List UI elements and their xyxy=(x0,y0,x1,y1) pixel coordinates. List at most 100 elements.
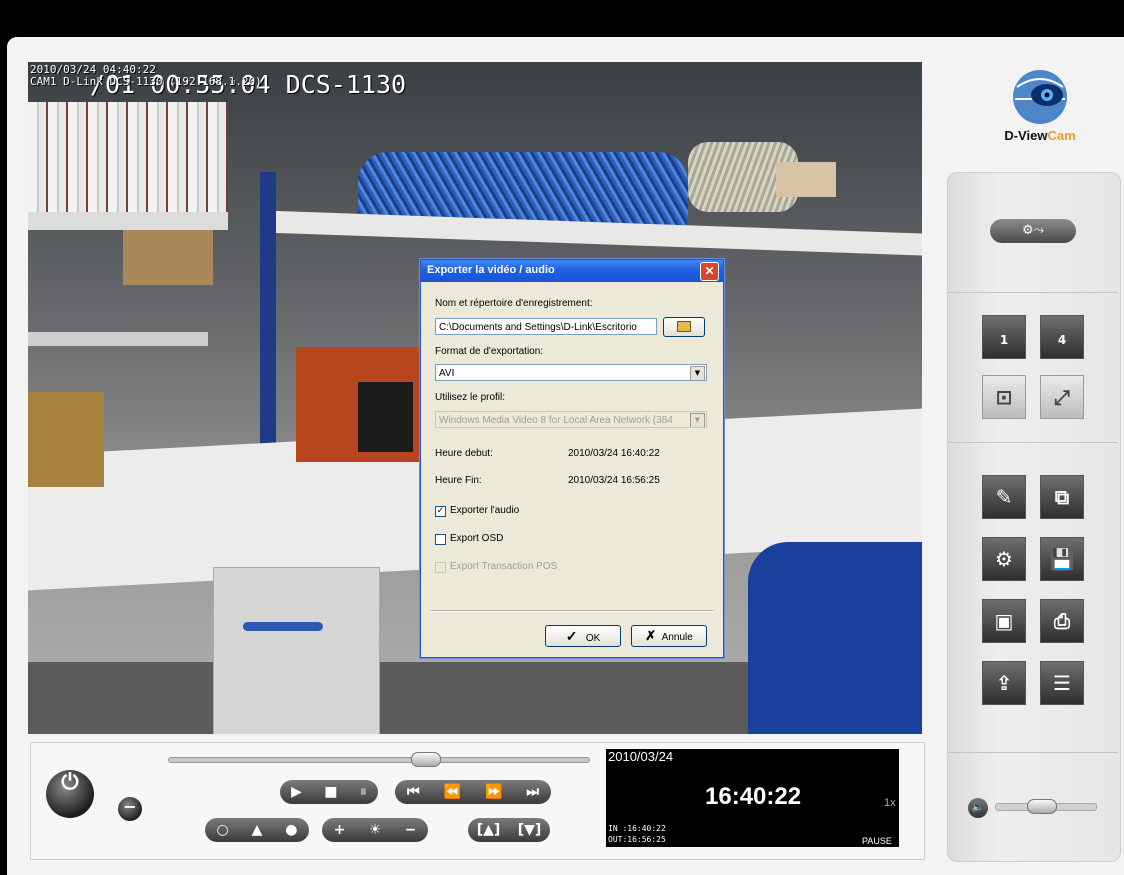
end-time-label: Heure Fin: xyxy=(435,475,482,486)
time-display-clock: 16:40:22 xyxy=(705,783,802,810)
control-panel xyxy=(947,172,1121,862)
fast-forward-icon[interactable]: ⏩ xyxy=(485,784,502,800)
backup-icon: ⇪ xyxy=(995,671,1013,695)
timeline-slider[interactable] xyxy=(168,757,590,763)
brightness-icon[interactable]: ☀ xyxy=(369,822,382,838)
export-screen-button[interactable]: ⧉ xyxy=(1040,475,1084,519)
ok-label: OK xyxy=(585,633,601,644)
scene-chair xyxy=(748,542,922,734)
scene-crate xyxy=(28,392,104,487)
brand-name: D-ViewCam xyxy=(985,128,1095,143)
dialog-separator xyxy=(431,610,713,612)
mark-out-icon[interactable]: [▼] xyxy=(518,822,542,838)
print-button[interactable]: ⎙ xyxy=(1040,599,1084,643)
fullscreen-button[interactable]: ⤢ xyxy=(1040,375,1084,419)
minus-icon[interactable]: − xyxy=(405,822,417,838)
export-osd-label: Export OSD xyxy=(450,533,504,544)
power-icon: ⏻ xyxy=(61,770,79,795)
folder-icon xyxy=(677,320,691,332)
browse-folder-button[interactable] xyxy=(663,317,705,337)
zoom-controls: + ☀ − xyxy=(322,818,428,842)
scene-cabinet xyxy=(213,567,380,734)
circle-icon[interactable]: ○ xyxy=(216,822,228,838)
layout-quad-button[interactable]: 4 xyxy=(1040,315,1084,359)
mark-in-icon[interactable]: [▲] xyxy=(477,822,501,838)
in-time: IN :16:40:22 xyxy=(608,824,666,833)
profile-value: Windows Media Video 8 for Local Area Net… xyxy=(439,415,673,426)
volume-slider-handle[interactable] xyxy=(1027,799,1058,814)
snapshot-button[interactable]: ▣ xyxy=(982,599,1026,643)
scene-shelf xyxy=(28,212,228,230)
triangle-icon[interactable]: ▲ xyxy=(252,822,263,838)
rewind-icon[interactable]: ⏪ xyxy=(444,784,461,800)
plus-icon[interactable]: + xyxy=(334,822,346,838)
ok-button[interactable]: ✓ OK xyxy=(545,625,621,647)
scene-shelf xyxy=(28,332,208,346)
collapse-button[interactable]: − xyxy=(118,797,142,821)
zoom-in-button[interactable]: ⊡ xyxy=(982,375,1026,419)
export-dialog: Exporter la vidéo / audio ✕ Nom et réper… xyxy=(420,259,724,658)
mark-controls: [▲] [▼] xyxy=(468,818,550,842)
camera-reel-icon: ⚙⤳ xyxy=(1021,223,1045,238)
first-frame-icon[interactable]: ⏮ xyxy=(407,784,420,800)
camera-switch-button[interactable]: ⚙⤳ xyxy=(990,219,1076,243)
export-audio-checkbox[interactable]: ✓ xyxy=(435,506,446,517)
zoom-center-icon: ⊡ xyxy=(995,385,1013,409)
chevron-down-icon[interactable]: ▼ xyxy=(690,366,705,380)
record-icon[interactable]: ● xyxy=(285,822,297,838)
event-list-button[interactable]: ☰ xyxy=(1040,661,1084,705)
playback-speed: 1x xyxy=(884,797,896,809)
export-osd-checkbox[interactable] xyxy=(435,534,446,545)
play-icon[interactable]: ▶ xyxy=(291,784,302,800)
export-audio-label: Exporter l'audio xyxy=(450,505,520,516)
export-pos-label: Export Transaction POS xyxy=(450,561,558,572)
cancel-label: Annule xyxy=(661,632,693,643)
list-icon: ☰ xyxy=(1053,671,1071,695)
scene-books xyxy=(28,102,228,212)
ptz-controls: ○ ▲ ● xyxy=(205,818,309,842)
format-label: Format de d'exportation: xyxy=(435,346,544,357)
panel-divider xyxy=(948,292,1118,293)
save-video-button[interactable]: 💾 xyxy=(1040,537,1084,581)
end-time-value: 2010/03/24 16:56:25 xyxy=(568,475,660,486)
scene-pole xyxy=(260,172,276,472)
export-screen-icon: ⧉ xyxy=(1054,485,1070,509)
pencil-icon: ✎ xyxy=(995,485,1013,509)
cancel-button[interactable]: ✗ Annule xyxy=(631,625,707,647)
layout-single-icon: 1 xyxy=(999,333,1009,347)
format-value: AVI xyxy=(439,368,455,379)
scene-box xyxy=(358,382,413,452)
path-label: Nom et répertoire d'enregistrement: xyxy=(435,298,593,309)
scene-box xyxy=(123,230,213,285)
profile-label: Utilisez le profil: xyxy=(435,392,506,403)
power-button[interactable]: ⏻ xyxy=(46,770,94,818)
layout-single-button[interactable]: 1 xyxy=(982,315,1026,359)
settings-button[interactable]: ⚙ xyxy=(982,537,1026,581)
speaker-icon[interactable]: 🔈 xyxy=(968,798,988,818)
last-frame-icon[interactable]: ⏭ xyxy=(526,784,539,800)
panel-divider xyxy=(948,442,1118,443)
edit-button[interactable]: ✎ xyxy=(982,475,1026,519)
layout-quad-icon: 4 xyxy=(1057,333,1067,347)
start-time-value: 2010/03/24 16:40:22 xyxy=(568,448,660,459)
backup-button[interactable]: ⇪ xyxy=(982,661,1026,705)
check-icon: ✓ xyxy=(565,628,578,644)
scene-box xyxy=(776,162,836,197)
pause-icon[interactable]: ⏸ xyxy=(360,784,367,800)
playback-state: PAUSE xyxy=(862,836,892,846)
printer-icon: ⎙ xyxy=(1054,609,1070,633)
osd-camera-info: 2010/03/24 04:40:22 CAM1 D-Link DCS-1130… xyxy=(30,64,262,88)
brand-text: D-View xyxy=(1004,128,1048,143)
timeline-slider-handle[interactable] xyxy=(411,752,442,767)
close-icon[interactable]: ✕ xyxy=(700,262,719,281)
stop-icon[interactable]: ■ xyxy=(324,784,337,800)
time-display-date: 2010/03/24 xyxy=(608,749,674,764)
panel-divider xyxy=(948,752,1118,753)
start-time-label: Heure debut: xyxy=(435,448,493,459)
format-select[interactable]: AVI ▼ xyxy=(435,364,707,381)
chevron-down-icon: ▼ xyxy=(690,413,705,427)
play-controls: ▶ ■ ⏸ xyxy=(280,780,378,804)
x-icon: ✗ xyxy=(645,628,657,643)
export-pos-checkbox xyxy=(435,562,446,573)
path-input[interactable]: C:\Documents and Settings\D-Link\Escrito… xyxy=(435,318,657,335)
